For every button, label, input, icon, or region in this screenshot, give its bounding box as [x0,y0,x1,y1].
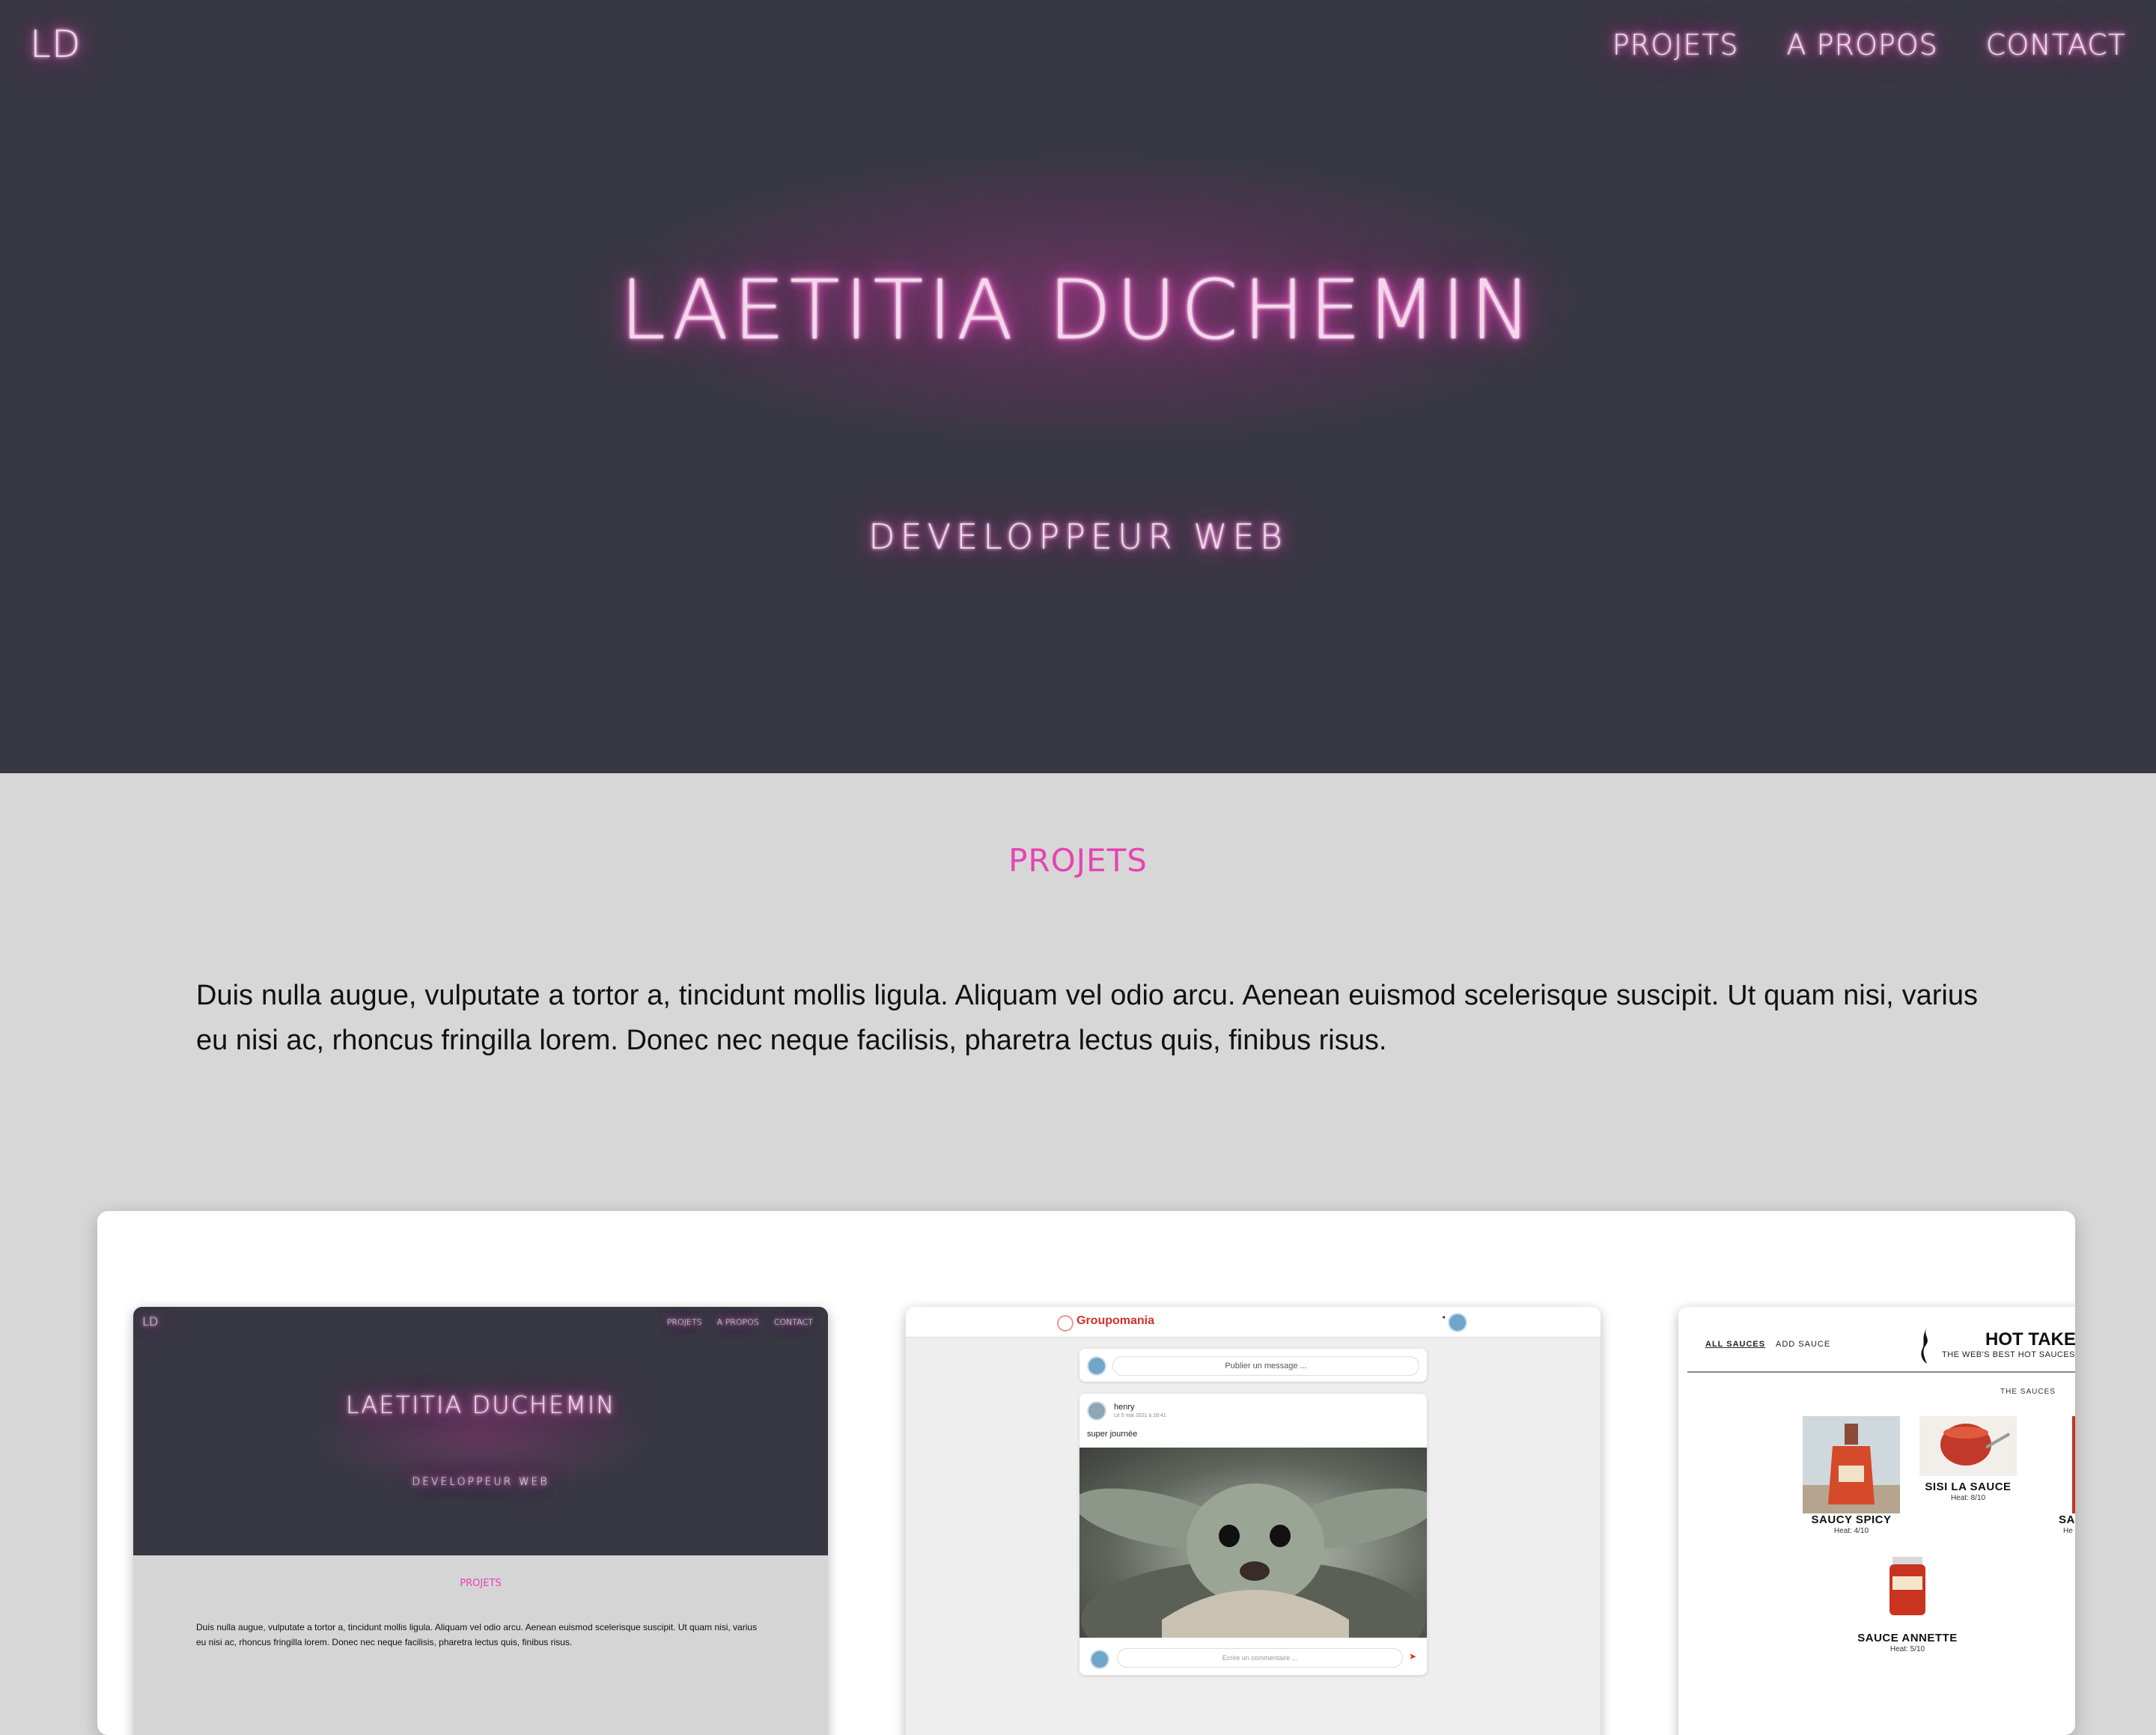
project-thumbnail-groupomania[interactable]: Groupomania ◂ Publier un message ... hen… [906,1307,1601,1735]
thumb-portfolio-title: LAETITIA DUCHEMIN [345,1391,616,1419]
thumb-hottakes-tagline: THE WEB'S BEST HOT SAUCES [1942,1350,2075,1359]
post-message: super journée [1087,1430,1138,1439]
thumb-portfolio-logo: LD [142,1314,159,1329]
sauce-photo-saucy-spicy [1803,1416,1900,1513]
project-thumbnail-portfolio[interactable]: LD PROJETS A PROPOS CONTACT LAETITIA DUC… [133,1307,828,1735]
thumb-portfolio-nav-a-propos: A PROPOS [716,1317,759,1327]
sauce-photo-partial [2072,1416,2075,1513]
hero-section: LD PROJETS A PROPOS CONTACT LAETITIA DUC… [0,0,2156,773]
post-image [1079,1448,1427,1638]
hero-title: LAETITIA DUCHEMIN [620,262,1536,358]
thumb-portfolio-nav: PROJETS A PROPOS CONTACT [667,1317,813,1327]
nav-link-a-propos[interactable]: A PROPOS [1787,28,1938,61]
caret-icon: ◂ [1442,1314,1446,1320]
thumb-hottakes-section: THE SAUCES [2000,1388,2056,1396]
thumb-portfolio-text: Duis nulla augue, vulputate a tortor a, … [196,1622,758,1647]
thumb-hottakes-brand: HOT TAKES [1985,1329,2075,1350]
flame-icon [1921,1328,1928,1364]
publish-avatar [1087,1356,1106,1376]
sauce-name-saucy-spicy: SAUCY SPICY [1811,1513,1892,1526]
thumb-groupomania-post: henry Le 5 mai 2021 à 18:41 super journé… [1079,1394,1427,1675]
sauce-heat-sauce-annette: Heat: 5/10 [1889,1645,1925,1653]
sauce-heat-partial: He [2063,1527,2073,1535]
send-icon: ➤ [1409,1651,1417,1662]
thumb-portfolio-section-title: PROJETS [460,1578,502,1589]
post-author: henry [1114,1403,1135,1412]
sauce-heat-saucy-spicy: Heat: 4/10 [1833,1527,1869,1535]
sauce-heat-sisi-la-sauce: Heat: 8/10 [1950,1494,1986,1502]
projects-carousel-card: LD PROJETS A PROPOS CONTACT LAETITIA DUC… [97,1211,2075,1735]
projects-description: Duis nulla augue, vulputate a tortor a, … [196,980,1978,1056]
sauce-name-sauce-annette: SAUCE ANNETTE [1857,1632,1958,1644]
thumb-portfolio-subtitle: DEVELOPPEUR WEB [412,1476,549,1488]
nav-link-projets[interactable]: PROJETS [1613,28,1739,61]
thumb-portfolio-nav-contact: CONTACT [773,1317,813,1327]
thumb-groupomania-topbar: Groupomania ◂ [906,1307,1601,1338]
project-thumbnail-hottakes[interactable]: ALL SAUCES ADD SAUCE HOT TAKES THE WEB'S… [1678,1307,2075,1735]
sauce-photo-sauce-annette [1885,1554,1930,1618]
sauce-name-sisi-la-sauce: SISI LA SAUCE [1925,1481,2012,1493]
thumb-groupomania-brand: Groupomania [1077,1314,1155,1327]
post-date: Le 5 mai 2021 à 18:41 [1114,1413,1166,1418]
thumb-hottakes-all-sauces-link: ALL SAUCES [1705,1340,1766,1349]
post-author-avatar [1087,1401,1106,1421]
main-nav: PROJETS A PROPOS CONTACT [1613,28,2126,61]
hero-subtitle: DEVELOPPEUR WEB [868,516,1288,557]
thumb-groupomania-comment-input: Ecrire un commentaire ... [1117,1648,1403,1668]
user-avatar [1448,1313,1467,1332]
projects-section-title: PROJETS [1008,842,1148,879]
baby-yoda-image [1079,1484,1427,1638]
nav-link-contact[interactable]: CONTACT [1986,28,2126,61]
thumb-groupomania-publish-input: Publier un message ... [1112,1356,1419,1376]
site-logo[interactable]: LD [30,22,81,66]
sauce-photo-sisi-la-sauce [1919,1416,2017,1476]
thumb-hottakes-divider [1687,1371,2075,1373]
thumb-hottakes-add-sauce-link: ADD SAUCE [1776,1340,1831,1349]
sauce-name-partial: SAU [2059,1513,2075,1526]
thumb-portfolio-nav-projets: PROJETS [666,1317,702,1327]
thumb-groupomania-publish-box: Publier un message ... [1079,1349,1427,1382]
comment-avatar [1090,1650,1109,1669]
